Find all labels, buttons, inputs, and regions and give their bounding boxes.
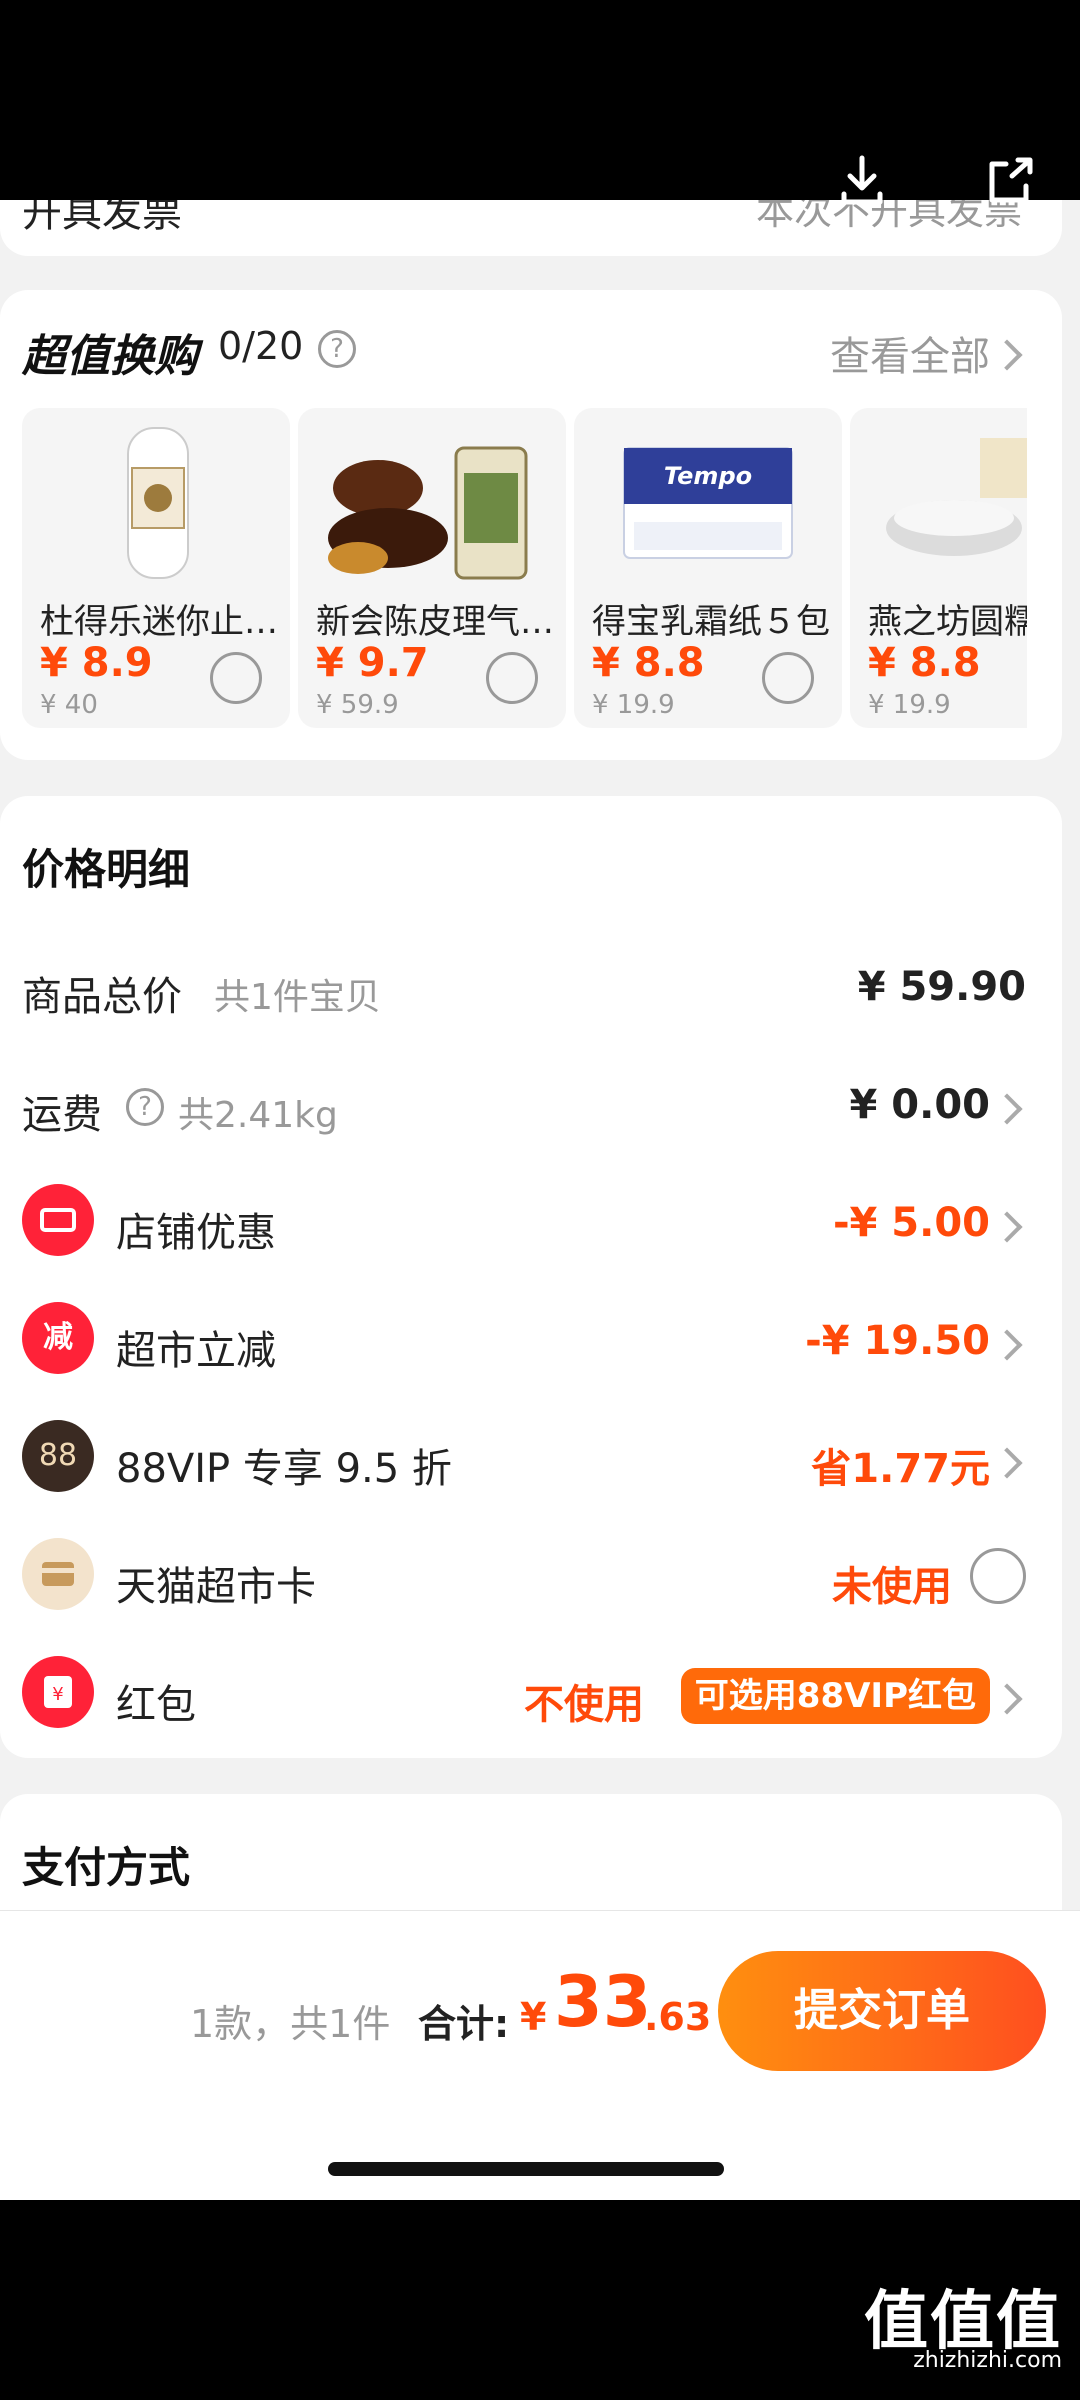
product-image (886, 438, 1027, 556)
goods-total-row: 商品总价 共1件宝贝 ¥ 59.90 (0, 936, 1062, 1036)
vip-red-packet-tag[interactable]: 可选用88VIP红包 (680, 1668, 990, 1724)
product-name: 新会陈皮理气… (316, 602, 554, 642)
top-overlay-bar (0, 0, 1080, 205)
card-icon (22, 1538, 94, 1610)
market-discount-label: 超市立减 (116, 1328, 276, 1374)
product-name: 得宝乳霜纸５包 (592, 602, 830, 642)
product-image: Tempo (623, 447, 793, 559)
svg-text:Tempo: Tempo (664, 462, 752, 490)
vip-discount-row[interactable]: 88 88VIP 专享 9.5 折 省1.77元 (0, 1408, 1062, 1508)
swap-count: 0/20 (218, 324, 304, 368)
shipping-weight: 共2.41kg (178, 1095, 338, 1136)
submit-order-button[interactable]: 提交订单 (718, 1951, 1046, 2071)
swap-card: 超值换购 0/20 ? 查看全部 杜得乐迷你止… ¥ 8.9 ¥ 40 新会陈皮… (0, 290, 1062, 760)
select-radio[interactable] (762, 652, 814, 704)
store-discount-row[interactable]: 店铺优惠 -¥ 5.00 (0, 1172, 1062, 1272)
share-icon[interactable] (980, 150, 1040, 210)
product-price: ¥ 8.8 (592, 640, 705, 686)
store-discount-value: -¥ 5.00 (832, 1200, 990, 1246)
market-discount-value: -¥ 19.50 (805, 1318, 990, 1364)
product-price: ¥ 8.8 (868, 640, 981, 686)
market-card-value: 未使用 (832, 1564, 952, 1610)
product-original-price: ¥ 40 (40, 690, 98, 720)
market-card-row[interactable]: 天猫超市卡 未使用 (0, 1526, 1062, 1626)
chevron-right-icon (991, 1093, 1023, 1125)
product-name: 杜得乐迷你止… (40, 602, 278, 642)
coupon-icon (22, 1184, 94, 1256)
total-label: 合计: (418, 2002, 510, 2046)
watermark-url: zhizhizhi.com (913, 2348, 1062, 2373)
shipping-label: 运费 (22, 1092, 102, 1138)
shipping-value: ¥ 0.00 (849, 1082, 990, 1128)
price-detail-card: 价格明细 商品总价 共1件宝贝 ¥ 59.90 运费 ? 共2.41kg ¥ 0… (0, 796, 1062, 1758)
chevron-right-icon (991, 1683, 1023, 1715)
red-packet-label: 红包 (116, 1682, 196, 1728)
payment-title: 支付方式 (22, 1843, 191, 1892)
shipping-row[interactable]: 运费 ? 共2.41kg ¥ 0.00 (0, 1054, 1062, 1154)
download-icon[interactable] (832, 150, 892, 210)
chevron-right-icon (991, 339, 1023, 371)
market-discount-row[interactable]: 减 超市立减 -¥ 19.50 (0, 1290, 1062, 1390)
select-radio[interactable] (486, 652, 538, 704)
chevron-right-icon (991, 1447, 1023, 1479)
red-packet-value: 不使用 (524, 1682, 644, 1728)
total-amount-decimal: .63 (644, 1995, 712, 2039)
checkout-screen: 开具发票 本次不开具发票 超值换购 0/20 ? 查看全部 杜得乐迷你止… ¥ … (0, 0, 1080, 2200)
help-icon[interactable]: ? (126, 1088, 164, 1126)
product-card[interactable]: 杜得乐迷你止… ¥ 8.9 ¥ 40 (22, 408, 290, 728)
item-count: 1款，共1件 (190, 2002, 391, 2046)
product-original-price: ¥ 19.9 (592, 690, 675, 720)
total-currency: ¥ (520, 1995, 547, 2039)
market-card-label: 天猫超市卡 (116, 1564, 316, 1610)
red-packet-row[interactable]: ¥ 红包 不使用 可选用88VIP红包 (0, 1644, 1062, 1744)
site-watermark: 值值值 zhizhizhi.com (682, 2270, 1062, 2380)
price-detail-title: 价格明细 (22, 845, 191, 894)
goods-total-label: 商品总价 (22, 974, 182, 1020)
product-original-price: ¥ 19.9 (868, 690, 951, 720)
vip-discount-value: 省1.77元 (811, 1446, 990, 1492)
vip-badge-icon: 88 (22, 1420, 94, 1492)
select-radio[interactable] (210, 652, 262, 704)
total-amount-integer: 33 (554, 1961, 652, 2043)
red-packet-icon-text: ¥ (52, 1684, 63, 1705)
help-icon[interactable]: ? (318, 330, 356, 368)
chevron-right-icon (991, 1329, 1023, 1361)
product-card[interactable]: 新会陈皮理气… ¥ 9.7 ¥ 59.9 (298, 408, 566, 728)
store-discount-label: 店铺优惠 (116, 1210, 276, 1256)
chevron-right-icon (991, 1211, 1023, 1243)
goods-count: 共1件宝贝 (214, 977, 381, 1018)
product-price: ¥ 8.9 (40, 640, 153, 686)
checkout-bottom-bar: 1款，共1件 合计: ¥ 33 .63 提交订单 (0, 1910, 1080, 2200)
discount-icon: 减 (22, 1302, 94, 1374)
market-card-radio[interactable] (970, 1548, 1026, 1604)
product-price: ¥ 9.7 (316, 640, 429, 686)
product-image (328, 446, 528, 580)
view-all-link[interactable]: 查看全部 (830, 324, 990, 382)
swap-product-list[interactable]: 杜得乐迷你止… ¥ 8.9 ¥ 40 新会陈皮理气… ¥ 9.7 ¥ 59.9 (22, 408, 1027, 728)
home-indicator[interactable] (328, 2162, 724, 2176)
goods-total-value: ¥ 59.90 (857, 964, 1026, 1010)
product-name: 燕之坊圆糯 (868, 602, 1027, 642)
product-card[interactable]: 燕之坊圆糯 ¥ 8.8 ¥ 19.9 (850, 408, 1027, 728)
product-card[interactable]: Tempo 得宝乳霜纸５包 ¥ 8.8 ¥ 19.9 (574, 408, 842, 728)
vip-discount-label: 88VIP 专享 9.5 折 (116, 1446, 452, 1492)
swap-title: 超值换购 (22, 331, 198, 382)
product-original-price: ¥ 59.9 (316, 690, 399, 720)
red-packet-icon: ¥ (22, 1656, 94, 1728)
product-image (127, 427, 189, 579)
